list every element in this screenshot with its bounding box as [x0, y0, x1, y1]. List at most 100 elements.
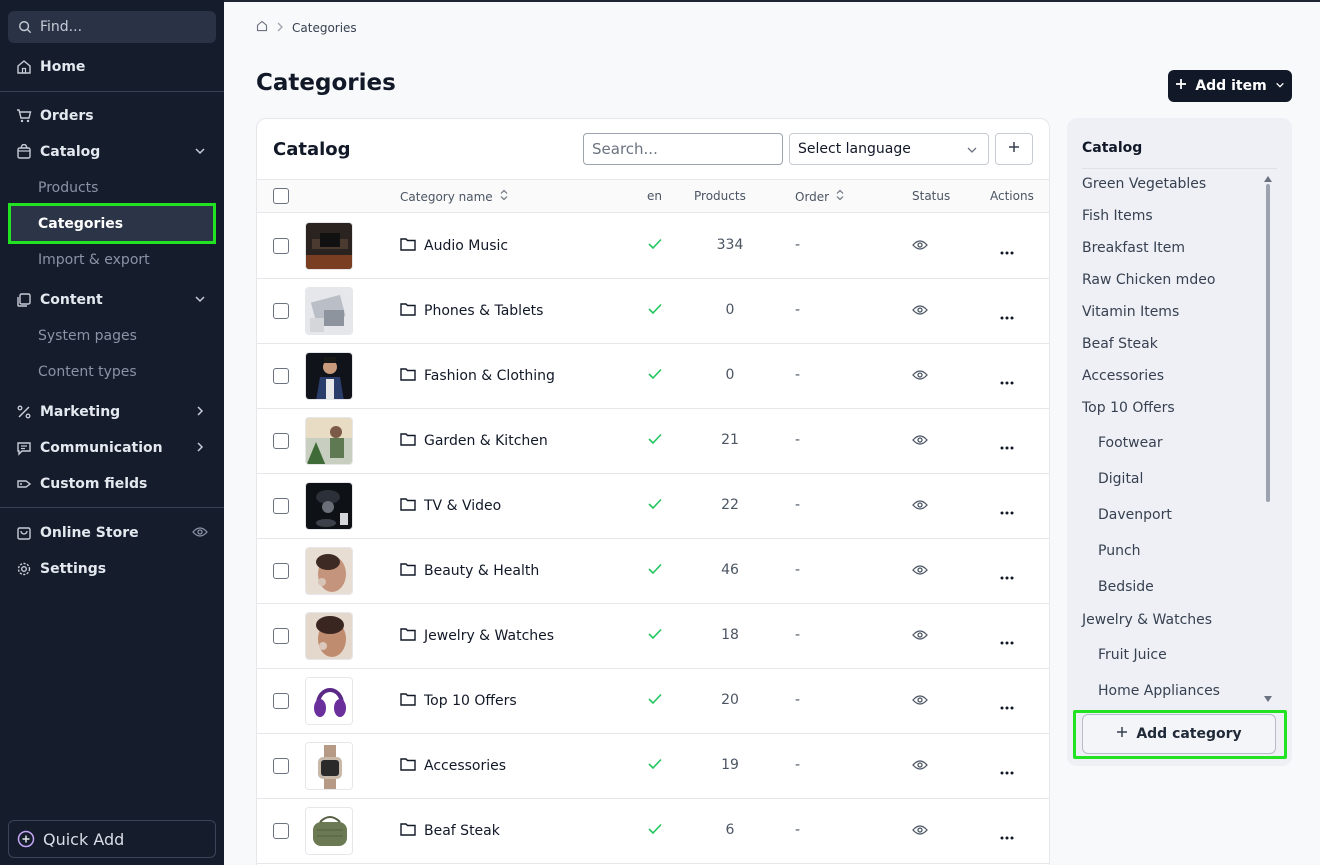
tree-item[interactable]: Breakfast Item — [1082, 240, 1185, 256]
row-checkbox[interactable] — [273, 563, 289, 579]
more-actions-icon[interactable] — [1000, 373, 1014, 389]
row-checkbox[interactable] — [273, 823, 289, 839]
table-row[interactable]: Fashion & Clothing 0 - — [257, 344, 1049, 409]
table-row[interactable]: Beauty & Health 46 - — [257, 539, 1049, 604]
tree-item[interactable]: Bedside — [1098, 579, 1154, 595]
more-actions-icon[interactable] — [1000, 568, 1014, 584]
eye-icon[interactable] — [912, 629, 928, 645]
table-row[interactable]: Beaf Steak 6 - — [257, 799, 1049, 864]
eye-icon[interactable] — [912, 694, 928, 710]
row-checkbox[interactable] — [273, 693, 289, 709]
row-checkbox[interactable] — [273, 758, 289, 774]
sidebar-item-orders[interactable]: Orders — [0, 98, 224, 134]
sidebar-item-settings[interactable]: Settings — [0, 551, 224, 587]
quick-add-button[interactable]: Quick Add — [8, 820, 216, 858]
tree-item[interactable]: Digital — [1098, 471, 1143, 487]
tree-item[interactable]: Raw Chicken mdeo — [1082, 272, 1215, 288]
more-actions-icon[interactable] — [1000, 503, 1014, 519]
sidebar-item-content-types[interactable]: Content types — [38, 354, 137, 390]
table-row[interactable]: TV & Video 22 - — [257, 474, 1049, 539]
tree-item[interactable]: Home Appliances — [1098, 683, 1220, 699]
category-name[interactable]: Garden & Kitchen — [400, 432, 548, 450]
store-icon — [16, 525, 32, 541]
eye-icon[interactable] — [912, 239, 928, 255]
search-input[interactable]: Search... — [583, 133, 783, 165]
eye-icon[interactable] — [912, 369, 928, 385]
language-select[interactable]: Select language — [789, 133, 989, 165]
scroll-up-icon[interactable] — [1264, 176, 1272, 182]
tree-item[interactable]: Top 10 Offers — [1082, 400, 1175, 416]
row-checkbox[interactable] — [273, 433, 289, 449]
category-name[interactable]: Beaf Steak — [400, 822, 500, 840]
sidebar-item-content[interactable]: Content — [0, 282, 224, 318]
more-actions-icon[interactable] — [1000, 308, 1014, 324]
select-all-checkbox[interactable] — [273, 188, 289, 204]
eye-icon[interactable] — [912, 499, 928, 515]
tree-item[interactable]: Vitamin Items — [1082, 304, 1179, 320]
category-name[interactable]: Top 10 Offers — [400, 692, 517, 710]
sidebar-item-import-export[interactable]: Import & export — [38, 242, 150, 278]
tree-item[interactable]: Fruit Juice — [1098, 647, 1167, 663]
column-order[interactable]: Order — [795, 189, 845, 204]
row-checkbox[interactable] — [273, 238, 289, 254]
eye-icon[interactable] — [912, 434, 928, 450]
add-item-button[interactable]: Add item — [1168, 70, 1292, 102]
row-checkbox[interactable] — [273, 368, 289, 384]
sidebar-item-communication[interactable]: Communication — [0, 430, 224, 466]
table-row[interactable]: Phones & Tablets 0 - — [257, 279, 1049, 344]
table-row[interactable]: Top 10 Offers 20 - — [257, 669, 1049, 734]
table-row[interactable]: Audio Music 334 - — [257, 214, 1049, 279]
category-name[interactable]: Phones & Tablets — [400, 302, 543, 320]
column-label: en — [647, 189, 662, 203]
tree-item[interactable]: Beaf Steak — [1082, 336, 1158, 352]
sidebar-item-catalog[interactable]: Catalog — [0, 134, 224, 170]
eye-icon[interactable] — [912, 564, 928, 580]
category-name[interactable]: Jewelry & Watches — [400, 627, 554, 645]
category-name[interactable]: Beauty & Health — [400, 562, 539, 580]
tree-item[interactable]: Jewelry & Watches — [1082, 612, 1212, 628]
more-actions-icon[interactable] — [1000, 243, 1014, 259]
tree-item[interactable]: Accessories — [1082, 368, 1164, 384]
eye-icon[interactable] — [912, 759, 928, 775]
column-category-name[interactable]: Category name — [400, 189, 509, 204]
category-name[interactable]: Audio Music — [400, 237, 508, 255]
tree-item[interactable]: Davenport — [1098, 507, 1172, 523]
tree-item[interactable]: Footwear — [1098, 435, 1163, 451]
search-placeholder: Search... — [592, 140, 658, 158]
find-input[interactable]: Find... — [8, 11, 216, 43]
tree-item[interactable]: Green Vegetables — [1082, 176, 1206, 192]
category-name[interactable]: Accessories — [400, 757, 506, 775]
sidebar-item-marketing[interactable]: Marketing — [0, 394, 224, 430]
sidebar-item-home[interactable]: Home — [0, 49, 224, 85]
sidebar-item-products[interactable]: Products — [38, 170, 98, 206]
more-actions-icon[interactable] — [1000, 828, 1014, 844]
category-name[interactable]: TV & Video — [400, 497, 501, 515]
row-checkbox[interactable] — [273, 303, 289, 319]
eye-icon[interactable] — [912, 304, 928, 320]
more-actions-icon[interactable] — [1000, 633, 1014, 649]
scrollbar-thumb[interactable] — [1266, 184, 1270, 502]
more-actions-icon[interactable] — [1000, 698, 1014, 714]
sidebar-item-system-pages[interactable]: System pages — [38, 318, 137, 354]
scroll-down-icon[interactable] — [1264, 696, 1272, 702]
more-actions-icon[interactable] — [1000, 438, 1014, 454]
tree-item[interactable]: Punch — [1098, 543, 1141, 559]
table-row[interactable]: Garden & Kitchen 21 - — [257, 409, 1049, 474]
eye-icon[interactable] — [912, 824, 928, 840]
row-checkbox[interactable] — [273, 628, 289, 644]
home-icon[interactable] — [256, 20, 268, 35]
sidebar-item-online-store[interactable]: Online Store — [0, 515, 224, 551]
more-actions-icon[interactable] — [1000, 763, 1014, 779]
category-name-text: Beaf Steak — [424, 823, 500, 839]
sidebar-item-categories[interactable]: Categories — [8, 203, 216, 244]
check-icon — [648, 238, 662, 254]
add-category-button[interactable]: Add category — [1082, 714, 1276, 754]
eye-icon[interactable] — [192, 526, 208, 542]
table-row[interactable]: Accessories 19 - — [257, 734, 1049, 799]
row-checkbox[interactable] — [273, 498, 289, 514]
sidebar-item-custom-fields[interactable]: Custom fields — [0, 466, 224, 502]
add-button[interactable] — [995, 133, 1033, 165]
table-row[interactable]: Jewelry & Watches 18 - — [257, 604, 1049, 669]
category-name[interactable]: Fashion & Clothing — [400, 367, 555, 385]
tree-item[interactable]: Fish Items — [1082, 208, 1153, 224]
